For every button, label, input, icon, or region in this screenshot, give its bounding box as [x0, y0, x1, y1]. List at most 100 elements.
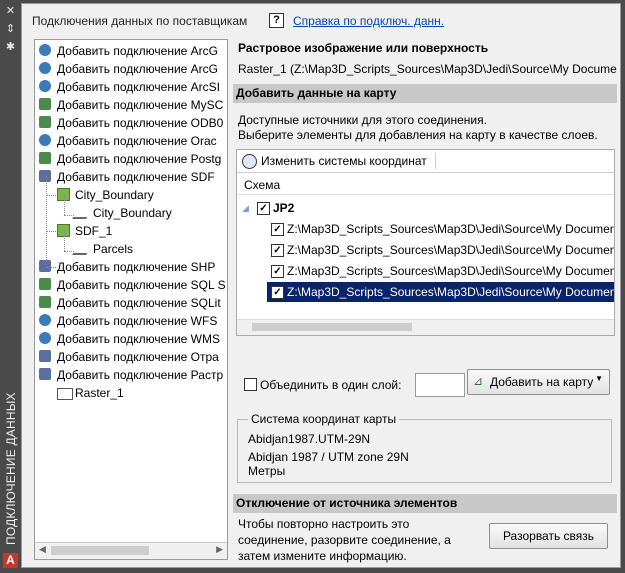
schema-row[interactable]: ✓ Z:\Map3D_Scripts_Sources\Map3D\Jedi\So… [237, 240, 614, 260]
palette-title: ПОДКЛЮЧЕНИЕ ДАННЫХ [4, 392, 18, 545]
row-checkbox[interactable]: ✓ [271, 286, 284, 299]
tree-item-label: Добавить подключение Orac [57, 134, 217, 148]
connection-path: Raster_1 (Z:\Map3D_Scripts_Sources\Map3D… [238, 62, 617, 76]
connection-type-heading: Растровое изображение или поверхность [238, 41, 489, 55]
tree-item-label: Добавить подключение WFS [57, 314, 218, 328]
tree-connector [46, 176, 47, 262]
tree-item-label: Добавить подключение WMS [57, 332, 220, 346]
cs-name: Abidjan 1987 / UTM zone 29N [248, 450, 409, 464]
side-strip: ✕ ⇕ ✱ ПОДКЛЮЧЕНИЕ ДАННЫХ A [0, 0, 21, 573]
tree-item-label: Добавить подключение ODB0 [57, 116, 224, 130]
tree-item-label: Добавить подключение MySC [57, 98, 224, 112]
group-checkbox[interactable]: ✓ [257, 202, 270, 215]
file-connect-icon [39, 368, 51, 380]
add-layer-icon: ⊿ [473, 374, 484, 388]
scrollbar-thumb[interactable] [252, 323, 412, 331]
disconnect-text-2: соединение, разорвите соединение, а [238, 533, 451, 547]
autocad-logo-icon[interactable]: A [3, 553, 18, 568]
row-checkbox[interactable]: ✓ [271, 223, 284, 236]
file-connect-icon [39, 350, 51, 362]
sources-description: Доступные источники для этого соединения… [238, 113, 487, 127]
map-coordinate-system-group: Система координат карты Abidjan1987.UTM-… [237, 412, 612, 483]
tree-item-label: Добавить подключение SHP [57, 260, 216, 274]
row-checkbox[interactable]: ✓ [271, 265, 284, 278]
schema-row[interactable]: ✓ Z:\Map3D_Scripts_Sources\Map3D\Jedi\So… [237, 219, 614, 239]
cs-group-title: Система координат карты [248, 412, 400, 426]
close-icon[interactable]: ✕ [4, 5, 17, 18]
disconnect-text-1: Чтобы повторно настроить это [238, 517, 410, 531]
globe-connect-icon [39, 134, 51, 146]
file-connect-icon [39, 170, 51, 182]
disconnect-section-header[interactable]: Отключение от источника элементов [233, 494, 617, 513]
db-connect-icon [39, 152, 51, 164]
help-icon[interactable]: ? [269, 13, 284, 28]
tree-horizontal-scrollbar[interactable]: ◀ ▶ [35, 542, 227, 559]
globe-connect-icon [39, 80, 51, 92]
db-connect-icon [39, 296, 51, 308]
scrollbar-thumb[interactable] [51, 546, 149, 555]
toolbar-separator [435, 153, 436, 169]
tree-item-label: Добавить подключение SDF [57, 170, 215, 184]
pin-icon[interactable]: ⇕ [4, 23, 17, 36]
db-connect-icon [39, 278, 51, 290]
folder-icon [57, 388, 73, 400]
schema-icon [72, 245, 92, 255]
tree-item-label: City_Boundary [75, 188, 154, 202]
db-connect-icon [39, 98, 51, 110]
provider-tree[interactable]: Raster_1 Добавить подключение Растр Добави… [34, 39, 228, 560]
cs-code: Abidjan1987.UTM-29N [248, 432, 371, 446]
sources-instruction: Выберите элементы для добавления на карт… [238, 128, 598, 142]
tree-connector [64, 251, 74, 252]
row-checkbox[interactable]: ✓ [271, 244, 284, 257]
tree-item-label: SDF_1 [75, 224, 113, 238]
disconnect-button[interactable]: Разорвать связь [489, 523, 608, 549]
schema-column-header[interactable]: Схема [237, 175, 614, 195]
data-connect-palette: Подключения данных по поставщикам ? Спра… [21, 3, 621, 568]
table-horizontal-scrollbar[interactable] [237, 319, 614, 335]
globe-icon [242, 154, 257, 169]
row-path: Z:\Map3D_Scripts_Sources\Map3D\Jedi\Sour… [287, 285, 615, 299]
add-to-map-button[interactable]: ⊿ Добавить на карту ▼ [467, 369, 610, 395]
add-data-section-header[interactable]: Добавить данные на карту [233, 84, 617, 103]
row-path: Z:\Map3D_Scripts_Sources\Map3D\Jedi\Sour… [287, 243, 615, 257]
globe-connect-icon [39, 62, 51, 74]
schema-group-row[interactable]: ◢ ✓ JP2 [237, 198, 614, 218]
tree-item-label: Добавить подключение ArcG [57, 44, 218, 58]
globe-connect-icon [39, 44, 51, 56]
tree-item-label: City_Boundary [93, 206, 172, 220]
schema-icon [72, 209, 92, 219]
scroll-right-icon[interactable]: ▶ [216, 544, 223, 555]
tree-item-label: Добавить подключение SQLit [57, 296, 221, 310]
tree-item-label: Добавить подключение ArcSI [57, 80, 221, 94]
tree-connector [46, 267, 56, 268]
schema-toolbar: Изменить системы координат [237, 150, 614, 173]
tree-connector [64, 195, 65, 215]
scroll-left-icon[interactable]: ◀ [39, 544, 46, 555]
tree-item-label: Raster_1 [75, 386, 124, 400]
tree-connector [64, 215, 74, 216]
schema-table[interactable]: Изменить системы координат Схема ◢ ✓ JP2… [236, 149, 615, 336]
add-to-map-label: Добавить на карту [490, 375, 594, 389]
layer-name-input[interactable] [415, 373, 465, 397]
file-connect-icon [39, 260, 51, 272]
globe-connect-icon [39, 314, 51, 326]
change-cs-button[interactable]: Изменить системы координат [261, 154, 427, 168]
tree-item-label: Parcels [93, 242, 134, 256]
collapse-arrow-icon[interactable]: ◢ [242, 198, 249, 218]
settings-icon[interactable]: ✱ [4, 41, 17, 54]
row-path: Z:\Map3D_Scripts_Sources\Map3D\Jedi\Sour… [287, 222, 615, 236]
tree-item-label: Добавить подключение Отра [57, 350, 219, 364]
tree-item-label: Добавить подключение Postg [57, 152, 222, 166]
help-link[interactable]: Справка по подключ. данн. [293, 14, 444, 28]
provider-list-title: Подключения данных по поставщикам [32, 14, 248, 28]
dropdown-arrow-icon[interactable]: ▼ [595, 374, 603, 383]
schema-row[interactable]: ✓ Z:\Map3D_Scripts_Sources\Map3D\Jedi\So… [237, 261, 614, 281]
tree-connector [46, 231, 56, 232]
disconnect-text-3: затем измените информацию. [238, 549, 407, 563]
tree-item-label: Добавить подключение SQL S [57, 278, 226, 292]
combine-checkbox[interactable] [244, 378, 257, 391]
combine-label: Объединить в один слой: [260, 378, 402, 392]
schema-row-selected[interactable]: ✓ Z:\Map3D_Scripts_Sources\Map3D\Jedi\So… [267, 282, 614, 302]
help-area: ? Справка по подключ. данн. [269, 13, 444, 28]
tree-connector [64, 231, 65, 251]
